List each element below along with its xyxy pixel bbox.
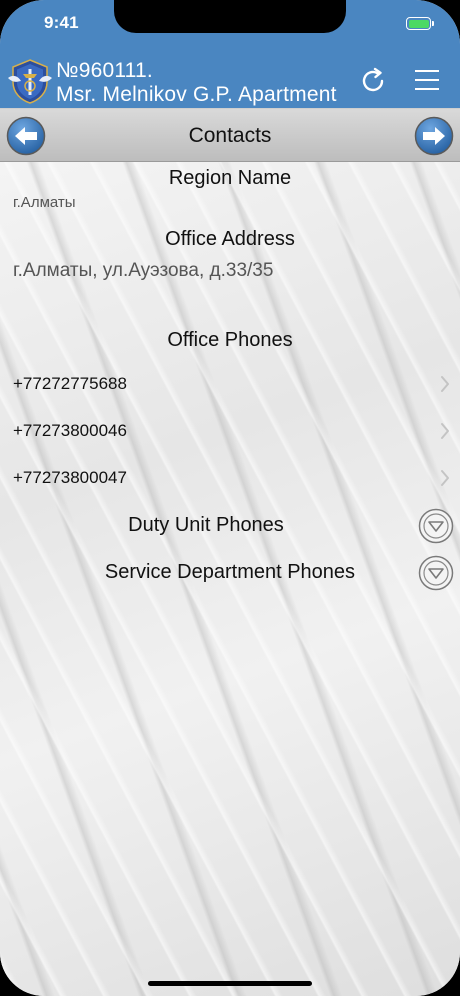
phone-number: +77273800047 xyxy=(13,468,127,487)
service-department-phones-row[interactable]: Service Department Phones xyxy=(0,553,460,593)
phone-row[interactable]: +77273800047 xyxy=(0,458,460,498)
duty-unit-phones-row[interactable]: Duty Unit Phones xyxy=(0,506,460,546)
office-phones-heading: Office Phones xyxy=(167,329,293,351)
arrow-right-icon[interactable] xyxy=(414,116,454,156)
status-time: 9:41 xyxy=(44,13,79,32)
header-title-name: Msr. Melnikov G.P. Apartment xyxy=(56,83,337,106)
phone-screen: 9:41 №960111. Msr. Melnikov G.P. Apartme… xyxy=(0,0,460,996)
battery-icon xyxy=(406,17,434,30)
refresh-icon[interactable] xyxy=(358,66,388,96)
chevron-right-icon xyxy=(441,423,449,439)
office-address-heading: Office Address xyxy=(165,228,295,250)
phone-number: +77273800046 xyxy=(13,421,127,440)
page-title: Contacts xyxy=(188,124,272,147)
region-heading: Region Name xyxy=(168,167,292,189)
emblem-logo-icon xyxy=(8,59,52,104)
chevron-right-icon xyxy=(441,470,449,486)
navigation-bar: Contacts xyxy=(0,108,460,162)
chevron-down-circle-icon[interactable] xyxy=(418,555,454,591)
phone-number: +77272775688 xyxy=(13,374,127,393)
contacts-content: Region Name г.Алматы Office Address г.Ал… xyxy=(0,162,460,996)
app-header: 9:41 №960111. Msr. Melnikov G.P. Apartme… xyxy=(0,0,460,108)
phone-row[interactable]: +77273800046 xyxy=(0,411,460,451)
home-indicator[interactable] xyxy=(148,981,312,986)
chevron-down-circle-icon[interactable] xyxy=(418,508,454,544)
office-address-value: г.Алматы, ул.Ауэзова, д.33/35 xyxy=(13,260,274,281)
device-notch xyxy=(114,0,346,33)
hamburger-menu-icon[interactable] xyxy=(414,68,440,92)
duty-unit-phones-label: Duty Unit Phones xyxy=(128,514,284,536)
service-department-phones-label: Service Department Phones xyxy=(104,561,356,583)
chevron-right-icon xyxy=(441,376,449,392)
header-title-number: №960111. xyxy=(56,59,153,82)
phone-row[interactable]: +77272775688 xyxy=(0,364,460,404)
region-value: г.Алматы xyxy=(13,194,76,211)
